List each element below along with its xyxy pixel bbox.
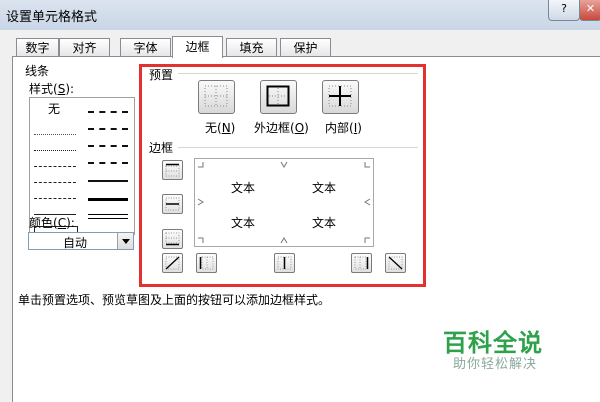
line-style-thick[interactable] <box>88 198 128 201</box>
border-group-label: 边框 <box>149 141 174 155</box>
line-style-hair[interactable] <box>34 134 76 135</box>
watermark-slogan: 助你轻松解决 <box>453 357 538 372</box>
chevron-down-icon[interactable] <box>117 233 133 249</box>
preset-divider <box>178 73 418 74</box>
line-style-slant-dash-dot[interactable] <box>88 128 128 130</box>
border-diagonal-up-button[interactable] <box>162 253 183 273</box>
tab-protection[interactable]: 保护 <box>280 38 331 57</box>
tab-alignment[interactable]: 对齐 <box>59 38 110 57</box>
preview-cell-text: 文本 <box>231 216 256 230</box>
preview-cell-text: 文本 <box>312 216 337 230</box>
color-select-value: 自动 <box>63 236 88 250</box>
border-diagonal-down-button[interactable] <box>385 253 406 273</box>
border-right-button[interactable] <box>351 253 372 273</box>
border-middle-horizontal-button[interactable] <box>162 194 183 214</box>
border-top-icon <box>165 163 180 177</box>
preset-inside-button[interactable] <box>322 80 359 114</box>
line-style-dashed[interactable] <box>34 198 76 199</box>
border-outline-icon <box>266 85 290 107</box>
diagonal-down-icon <box>388 256 403 270</box>
border-horizontal-icon <box>165 197 180 211</box>
preset-none-label: 无(N) <box>205 121 236 135</box>
line-style-medium[interactable] <box>88 180 128 182</box>
line-style-medium-dash-dot-dot[interactable] <box>88 111 128 113</box>
tab-border[interactable]: 边框 <box>172 36 223 58</box>
tab-font[interactable]: 字体 <box>120 38 171 57</box>
line-group-label: 线条 <box>25 64 50 78</box>
line-style-dash-dot[interactable] <box>34 182 76 183</box>
preset-none-button[interactable] <box>198 80 235 114</box>
tab-number[interactable]: 数字 <box>16 38 59 57</box>
line-style-none[interactable]: 无 <box>48 100 60 117</box>
border-right-icon <box>354 256 369 270</box>
border-left-icon <box>199 256 214 270</box>
border-tab-panel: 线条 样式(S): 无 颜色(C): 自动 预置 无(N) 外边框(O) 内部(… <box>12 56 600 402</box>
color-select[interactable]: 自动 <box>28 232 134 250</box>
border-inside-icon <box>328 85 352 107</box>
style-label: 样式(S): <box>29 82 75 96</box>
line-style-medium-dashed[interactable] <box>88 162 128 164</box>
border-none-icon <box>204 85 228 107</box>
line-style-dash-dot-dot[interactable] <box>34 166 76 167</box>
tab-fill[interactable]: 填充 <box>226 38 277 57</box>
preset-outline-button[interactable] <box>260 80 297 114</box>
preset-outline-label: 外边框(O) <box>254 121 309 135</box>
close-button[interactable]: ✕ <box>579 0 600 21</box>
title-bar: 设置单元格格式 ? ✕ <box>0 0 600 30</box>
line-style-double[interactable] <box>88 214 128 219</box>
preset-group-label: 预置 <box>149 68 174 82</box>
border-vertical-icon <box>277 256 292 270</box>
border-divider <box>178 147 418 148</box>
line-style-medium-dash-dot[interactable] <box>88 145 128 147</box>
border-bottom-button[interactable] <box>162 229 183 249</box>
line-style-dotted[interactable] <box>34 150 76 151</box>
preview-guides <box>197 161 371 244</box>
preset-inside-label: 内部(I) <box>325 121 362 135</box>
diagonal-up-icon <box>165 256 180 270</box>
preview-cell-text: 文本 <box>312 181 337 195</box>
preview-cell-text: 文本 <box>231 181 256 195</box>
color-label: 颜色(C): <box>29 216 75 230</box>
border-bottom-icon <box>165 232 180 246</box>
help-description: 单击预置选项、预览草图及上面的按钮可以添加边框样式。 <box>18 293 331 307</box>
border-left-button[interactable] <box>196 253 217 273</box>
help-button[interactable]: ? <box>548 0 580 21</box>
border-middle-vertical-button[interactable] <box>274 253 295 273</box>
dialog-title: 设置单元格格式 <box>6 10 98 25</box>
border-preview[interactable]: 文本 文本 文本 文本 <box>194 158 374 247</box>
border-top-button[interactable] <box>162 160 183 180</box>
